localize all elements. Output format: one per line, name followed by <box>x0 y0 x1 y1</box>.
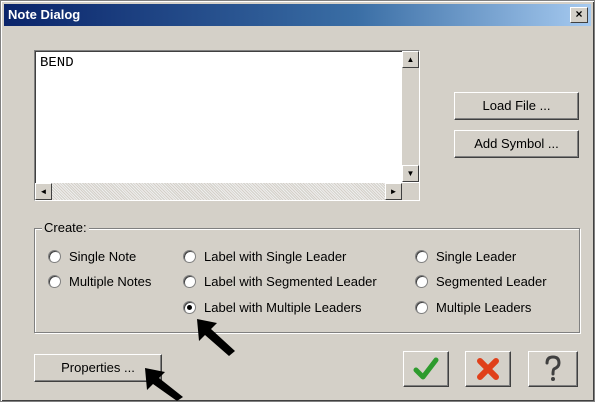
radio-button[interactable] <box>415 301 428 314</box>
note-dialog: Note Dialog × BEND ▲ ▼ ◄ ► Load File ...… <box>0 0 595 402</box>
x-icon <box>477 358 499 380</box>
cancel-button[interactable] <box>465 351 511 387</box>
radio-segmented-leader[interactable]: Segmented Leader <box>415 274 547 289</box>
radio-label-single-leader[interactable]: Label with Single Leader <box>183 249 346 264</box>
radio-button[interactable] <box>183 275 196 288</box>
vertical-scrollbar[interactable]: ▲ ▼ <box>402 51 419 182</box>
scrollbar-corner <box>402 183 419 200</box>
scroll-down-button[interactable]: ▼ <box>402 165 419 182</box>
help-button[interactable] <box>528 351 578 387</box>
scroll-up-button[interactable]: ▲ <box>402 51 419 68</box>
horizontal-scrollbar[interactable]: ◄ ► <box>35 183 402 200</box>
radio-single-leader[interactable]: Single Leader <box>415 249 516 264</box>
radio-button[interactable] <box>48 275 61 288</box>
close-button[interactable]: × <box>570 7 588 23</box>
radio-single-note[interactable]: Single Note <box>48 249 136 264</box>
radio-label: Single Leader <box>436 249 517 264</box>
radio-button[interactable] <box>183 250 196 263</box>
radio-label: Label with Segmented Leader <box>204 274 377 289</box>
radio-label-multiple-leaders[interactable]: Label with Multiple Leaders <box>183 300 362 315</box>
radio-multiple-leaders[interactable]: Multiple Leaders <box>415 300 531 315</box>
window-title: Note Dialog <box>8 7 81 22</box>
radio-button[interactable] <box>415 275 428 288</box>
question-icon <box>545 355 561 381</box>
scroll-right-button[interactable]: ► <box>385 183 402 200</box>
create-group-label: Create: <box>42 220 89 235</box>
ok-button[interactable] <box>403 351 449 387</box>
radio-label-segmented-leader[interactable]: Label with Segmented Leader <box>183 274 411 289</box>
scroll-left-button[interactable]: ◄ <box>35 183 52 200</box>
radio-multiple-notes[interactable]: Multiple Notes <box>48 274 151 289</box>
radio-label: Label with Multiple Leaders <box>204 300 362 315</box>
radio-label: Label with Single Leader <box>204 249 347 264</box>
radio-button[interactable] <box>415 250 428 263</box>
note-text-area[interactable]: BEND ▲ ▼ ◄ ► <box>34 50 420 201</box>
radio-label: Segmented Leader <box>436 274 547 289</box>
radio-button[interactable] <box>48 250 61 263</box>
note-text: BEND <box>40 55 74 71</box>
radio-label: Single Note <box>69 249 137 264</box>
radio-label: Multiple Leaders <box>436 300 532 315</box>
radio-button-selected[interactable] <box>183 301 196 314</box>
add-symbol-button[interactable]: Add Symbol ... <box>454 130 579 158</box>
title-bar[interactable]: Note Dialog × <box>4 4 591 26</box>
radio-label: Multiple Notes <box>69 274 152 289</box>
load-file-button[interactable]: Load File ... <box>454 92 579 120</box>
check-icon <box>413 357 439 380</box>
arrow-pointer-icon <box>145 368 183 401</box>
arrow-pointer-icon <box>197 319 235 356</box>
